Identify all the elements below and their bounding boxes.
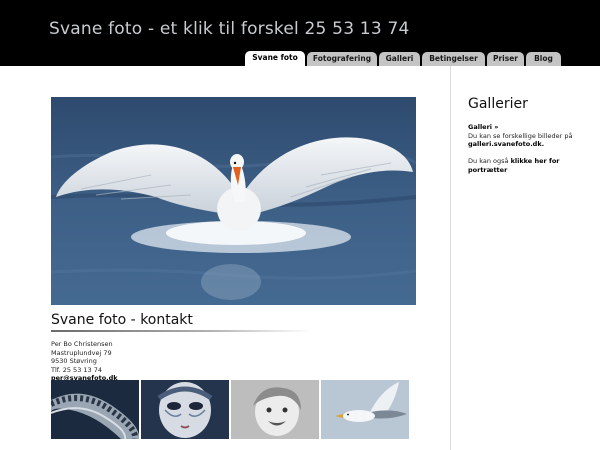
thumbnail-smiling-child[interactable]: [231, 380, 319, 439]
tab-fotografering[interactable]: Fotografering: [307, 52, 377, 66]
sidebar-text: Galleri » Du kan se forskellige billeder…: [468, 123, 586, 183]
site-header: Svane foto - et klik til forskel 25 53 1…: [0, 0, 600, 66]
title-divider: [51, 330, 311, 332]
gallery-text: Du kan se forskellige billeder på: [468, 131, 573, 140]
contact-city: 9530 Støvring: [51, 357, 97, 366]
tab-blog[interactable]: Blog: [526, 52, 561, 66]
contact-street: Mastruplundvej 79: [51, 348, 112, 357]
thumbnail-film-reel[interactable]: [51, 380, 139, 439]
tab-betingelser[interactable]: Betingelser: [422, 52, 485, 66]
tab-svane-foto[interactable]: Svane foto: [245, 51, 305, 66]
thumbnail-seagull[interactable]: [321, 380, 409, 439]
sidebar-divider: [450, 66, 451, 450]
gallery-link[interactable]: Galleri »: [468, 123, 498, 131]
section-title: Svane foto - kontakt: [51, 312, 193, 328]
contact-block: Per Bo Christensen Mastruplundvej 79 953…: [51, 340, 118, 383]
site-title[interactable]: Svane foto - et klik til forskel 25 53 1…: [49, 19, 409, 39]
tab-priser[interactable]: Priser: [487, 52, 524, 66]
hero-swan-image: [51, 97, 416, 305]
gallery-url-link[interactable]: galleri.svanefoto.dk.: [468, 140, 544, 148]
contact-phone: Tlf. 25 53 13 74: [51, 365, 103, 374]
sidebar-title: Gallerier: [468, 96, 528, 112]
portrait-text: Du kan også: [468, 157, 509, 166]
contact-name: Per Bo Christensen: [51, 340, 113, 348]
thumbnail-venetian-mask[interactable]: [141, 380, 229, 439]
tab-galleri[interactable]: Galleri: [379, 52, 420, 66]
